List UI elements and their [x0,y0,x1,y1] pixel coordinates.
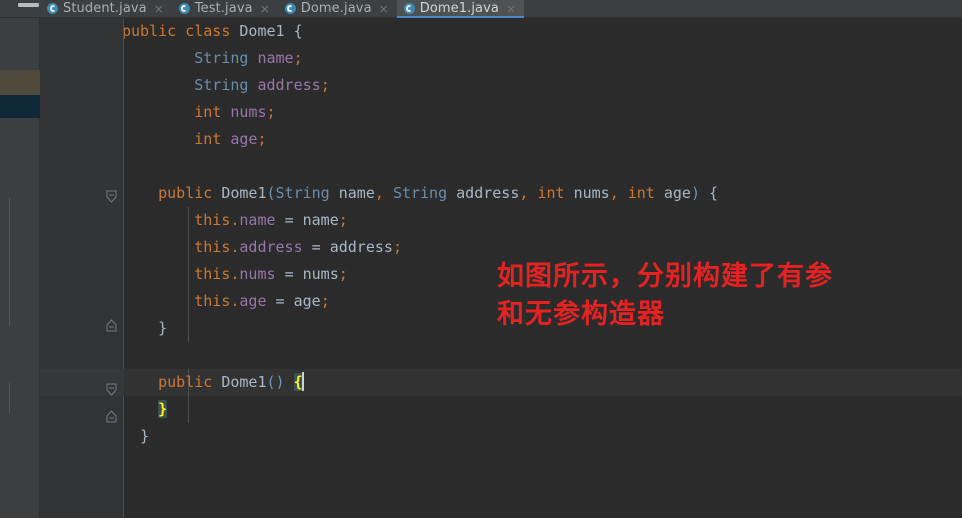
code-line-15: } [158,400,168,418]
line-number-gutter[interactable] [40,18,102,518]
java-class-icon [403,3,415,14]
editor-tab-bar: Student.java × Test.java × Dome.java × D… [40,0,962,19]
code-line-1: public class Dome1 { [124,22,303,40]
java-class-icon [47,3,58,14]
close-icon[interactable]: × [154,3,164,15]
code-editor-area[interactable]: public class Dome1 { String name; String… [124,18,962,518]
code-line-16: } [140,427,150,445]
ide-window: Student.java × Test.java × Dome.java × D… [0,0,962,518]
code-line-11: this.age = age; [194,292,330,310]
selection-marker[interactable] [0,95,40,118]
fold-region-line-2 [9,383,10,413]
fold-region-line [9,198,10,326]
fold-end-icon[interactable] [105,319,118,332]
close-icon[interactable]: × [260,3,270,15]
close-icon[interactable]: × [506,3,516,15]
annotation-line-1: 如图所示，分别构建了有参 [497,261,833,292]
tab-label: Dome.java [300,0,372,16]
code-folding-column[interactable] [102,18,124,518]
code-line-7: public Dome1(String name, String address… [158,184,719,202]
fold-collapse-icon-2[interactable] [105,383,118,396]
left-marker-strip[interactable] [0,0,40,518]
code-line-10: this.nums = nums; [194,265,348,283]
fold-collapse-icon[interactable] [105,190,118,203]
hamburger-icon[interactable] [18,3,39,7]
tab-label: Student.java [63,0,147,16]
code-line-3: String address; [194,76,330,94]
code-line-9: this.address = address; [194,238,402,256]
code-line-4: int nums; [194,103,276,121]
modified-marker[interactable] [0,70,40,95]
tab-student-java[interactable]: Student.java × [40,0,172,18]
text-caret [301,372,304,391]
fold-end-icon-2[interactable] [105,410,118,423]
tab-dome1-java[interactable]: Dome1.java × [396,0,525,19]
java-class-icon [178,3,190,14]
annotation-line-2: 和无参构造器 [497,299,665,330]
java-class-icon [284,3,296,14]
tab-dome-java[interactable]: Dome.java × [278,0,397,18]
tab-label: Test.java [194,0,253,16]
code-line-8: this.name = name; [194,211,348,229]
code-line-14: public Dome1() { [158,372,304,391]
code-line-2: String name; [194,49,303,67]
code-line-12: } [158,319,168,337]
close-icon[interactable]: × [379,3,389,15]
code-line-5: int age; [194,130,267,148]
tab-test-java[interactable]: Test.java × [172,0,278,18]
